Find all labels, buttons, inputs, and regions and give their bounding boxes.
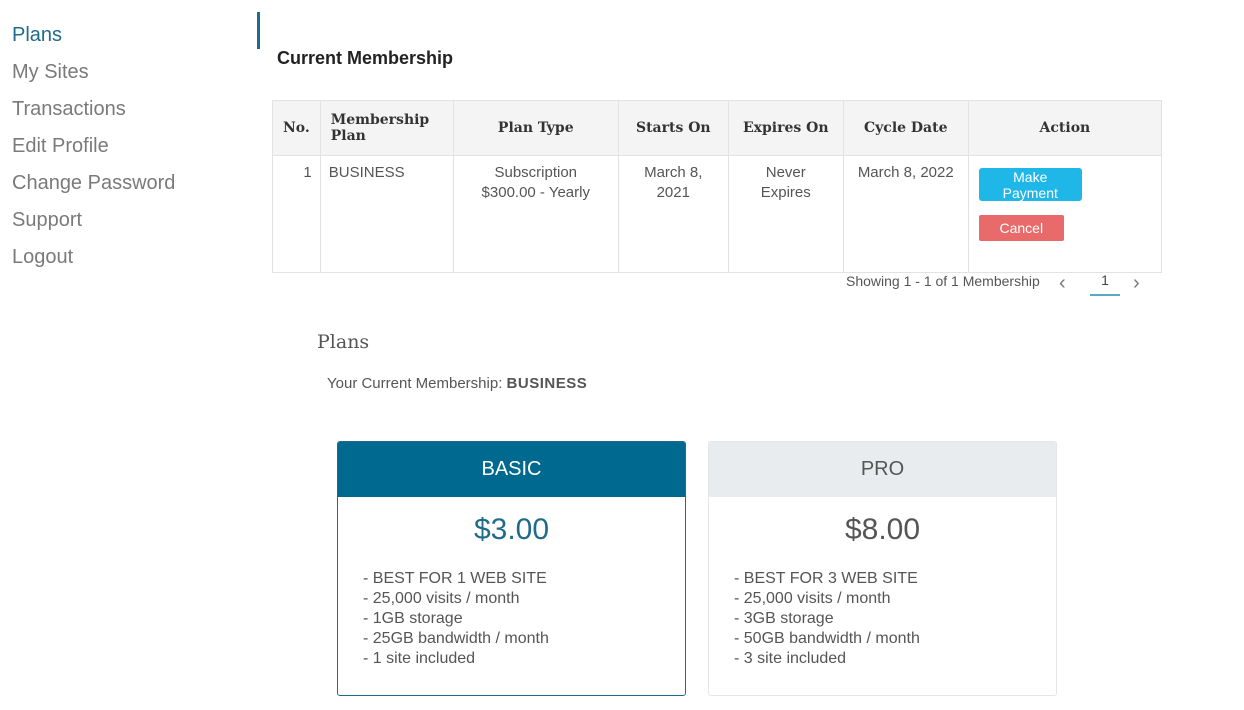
list-item: - BEST FOR 1 WEB SITE xyxy=(363,570,547,587)
cell-starts: March 8, 2021 xyxy=(617,155,729,273)
plan-card-title: PRO xyxy=(709,442,1056,497)
plan-feature-list: - BEST FOR 1 WEB SITE - 25,000 visits / … xyxy=(363,569,685,669)
cell-expires: Never Expires xyxy=(727,155,844,273)
column-header-expires: Expires On xyxy=(727,100,844,156)
sidebar-item-logout[interactable]: Logout xyxy=(12,239,242,276)
plan-type-price: $300.00 - Yearly xyxy=(481,184,590,201)
plan-card-basic[interactable]: BASIC $3.00 - BEST FOR 1 WEB SITE - 25,0… xyxy=(337,441,686,696)
column-header-type: Plan Type xyxy=(452,100,619,156)
sidebar-item-plans[interactable]: Plans xyxy=(12,17,242,54)
column-header-action: Action xyxy=(967,100,1163,156)
plan-feature-list: - BEST FOR 3 WEB SITE - 25,000 visits / … xyxy=(734,569,1056,669)
content-divider xyxy=(257,12,260,49)
membership-table: No. Membership Plan Plan Type Starts On … xyxy=(272,100,1163,273)
plan-card-price: $8.00 xyxy=(844,513,921,546)
current-membership-label: Your Current Membership: xyxy=(327,375,503,392)
plan-type-name: Subscription xyxy=(494,164,578,181)
starts-year: 2021 xyxy=(656,184,690,201)
column-header-plan: Membership Plan xyxy=(319,100,454,156)
make-payment-button[interactable]: Make Payment xyxy=(978,168,1082,201)
plan-card-pro[interactable]: PRO $8.00 - BEST FOR 3 WEB SITE - 25,000… xyxy=(708,441,1057,696)
current-membership-value: BUSINESS xyxy=(506,375,588,392)
list-item: - 25GB bandwidth / month xyxy=(363,630,549,647)
current-membership-line: Your Current Membership: BUSINESS xyxy=(327,375,587,392)
cell-type: Subscription $300.00 - Yearly xyxy=(452,155,619,273)
sidebar: Plans My Sites Transactions Edit Profile… xyxy=(12,17,242,276)
cell-plan: BUSINESS xyxy=(319,155,454,273)
list-item: - 50GB bandwidth / month xyxy=(734,630,920,647)
starts-date: March 8, xyxy=(644,164,703,181)
sidebar-item-change-password[interactable]: Change Password xyxy=(12,165,242,202)
sidebar-item-transactions[interactable]: Transactions xyxy=(12,91,242,128)
cell-action: Make Payment Cancel xyxy=(967,155,1163,273)
plans-title: Plans xyxy=(317,331,370,353)
cell-cycle: March 8, 2022 xyxy=(842,155,969,273)
column-header-cycle: Cycle Date xyxy=(842,100,969,156)
list-item: - 3 site included xyxy=(734,650,847,667)
list-item: - 1GB storage xyxy=(363,610,463,627)
chevron-right-icon[interactable]: › xyxy=(1133,272,1140,295)
expires-line2: Expires xyxy=(760,184,811,201)
list-item: - BEST FOR 3 WEB SITE xyxy=(734,570,918,587)
plan-card-title: BASIC xyxy=(338,442,685,497)
cancel-button[interactable]: Cancel xyxy=(978,215,1064,241)
sidebar-item-edit-profile[interactable]: Edit Profile xyxy=(12,128,242,165)
column-header-starts: Starts On xyxy=(617,100,729,156)
current-membership-title: Current Membership xyxy=(277,48,454,68)
chevron-left-icon[interactable]: ‹ xyxy=(1059,272,1066,295)
list-item: - 1 site included xyxy=(363,650,476,667)
table-row: 1 BUSINESS Subscription $300.00 - Yearly … xyxy=(272,155,1163,273)
list-item: - 25,000 visits / month xyxy=(363,590,520,607)
sidebar-item-my-sites[interactable]: My Sites xyxy=(12,54,242,91)
list-item: - 3GB storage xyxy=(734,610,834,627)
list-item: - 25,000 visits / month xyxy=(734,590,891,607)
expires-line1: Never xyxy=(765,164,806,181)
pagination-summary: Showing 1 - 1 of 1 Membership xyxy=(846,273,1040,289)
plan-card-price: $3.00 xyxy=(473,513,550,546)
table-header-row: No. Membership Plan Plan Type Starts On … xyxy=(272,100,1163,156)
cell-no: 1 xyxy=(272,155,321,273)
column-header-no: No. xyxy=(272,100,321,156)
sidebar-item-support[interactable]: Support xyxy=(12,202,242,239)
pagination-page[interactable]: 1 xyxy=(1090,272,1120,296)
